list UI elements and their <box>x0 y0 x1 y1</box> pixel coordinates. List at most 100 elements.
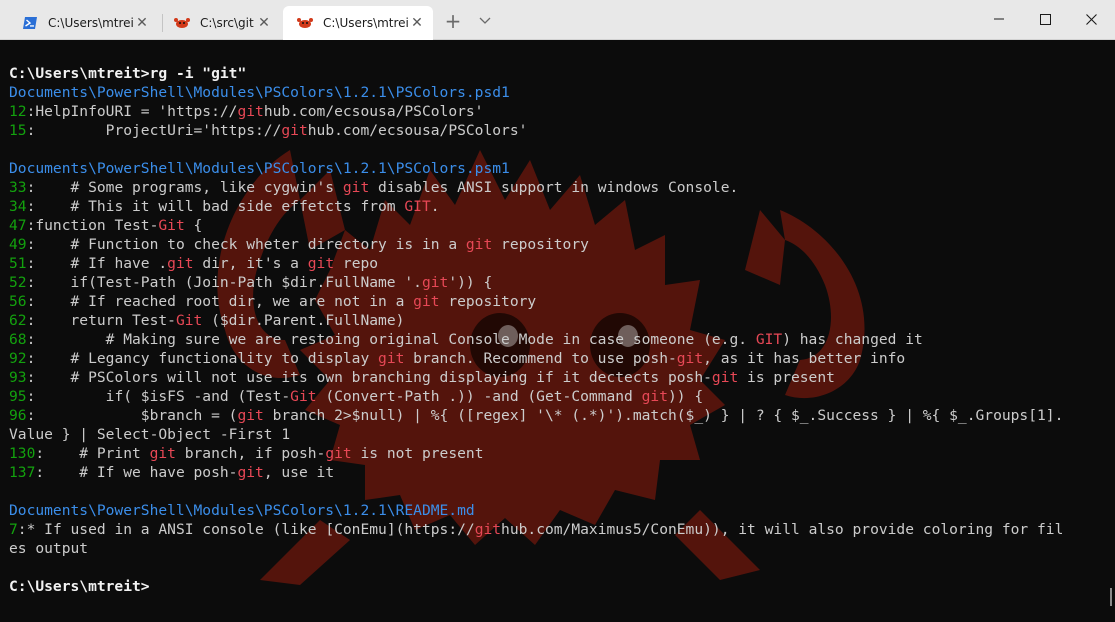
terminal-line: 62: return Test-Git ($dir.Parent.FullNam… <box>9 311 1063 330</box>
terminal-line: Documents\PowerShell\Modules\PSColors\1.… <box>9 159 1063 178</box>
match-highlight: git <box>325 445 352 462</box>
line-number: 51 <box>9 255 27 272</box>
terminal-line: 34: # This it will bad side effetcts fro… <box>9 197 1063 216</box>
line-number: 62 <box>9 312 27 329</box>
terminal-line: 137: # If we have posh-git, use it <box>9 463 1063 482</box>
output-text: repo <box>334 255 379 272</box>
tab-users-active[interactable]: C:\Users\mtreit ✕ <box>283 6 433 40</box>
tab-dropdown-button[interactable] <box>472 8 498 34</box>
output-text: es output <box>9 540 89 557</box>
output-text: repository <box>492 236 589 253</box>
output-text: : $branch = ( <box>26 407 238 424</box>
match-highlight: git <box>342 179 370 196</box>
prompt-text: C:\Users\mtreit> <box>9 578 150 595</box>
line-number: 93 <box>9 369 27 386</box>
close-icon[interactable]: ✕ <box>134 15 150 31</box>
terminal-line: 47:function Test-Git { <box>9 216 1063 235</box>
tab-src-git[interactable]: C:\src\git ✕ <box>160 6 280 40</box>
output-text: :HelpInfoURI = 'https:// <box>26 103 238 120</box>
title-bar: C:\Users\mtreit ✕ C:\src\git ✕ C:\Users\… <box>0 0 1115 40</box>
match-highlight: git <box>465 236 493 253</box>
line-number: 47 <box>9 217 27 234</box>
output-text: : # If reached root dir, we are not in a <box>26 293 414 310</box>
output-text: : # If we have posh- <box>35 464 238 481</box>
prompt-text: rg -i "git" <box>149 65 247 82</box>
terminal-line: 93: # PSColors will not use its own bran… <box>9 368 1063 387</box>
output-text: , as it has better info <box>703 350 906 367</box>
line-number: 137 <box>9 464 36 481</box>
output-text: repository <box>439 293 537 310</box>
tab-label: C:\Users\mtreit <box>323 16 409 30</box>
output-text: : # PSColors will not use its own branch… <box>26 369 712 386</box>
match-highlight: git <box>237 103 264 120</box>
chevron-down-icon <box>479 17 491 24</box>
output-text: : # Function to check wheter directory i… <box>26 236 466 253</box>
maximize-button[interactable] <box>1022 0 1068 38</box>
line-number: 7 <box>9 521 18 538</box>
match-highlight: git <box>676 350 704 367</box>
output-text: :* If used in a ANSI console (like [ConE… <box>17 521 475 538</box>
terminal-line: 51: # If have .git dir, it's a git repo <box>9 254 1063 273</box>
line-number: 130 <box>9 445 36 462</box>
output-text: hub.com/Maximus5/ConEmu)), it will also … <box>501 521 1064 538</box>
match-highlight: Git <box>158 217 185 234</box>
new-tab-button[interactable]: + <box>440 8 466 34</box>
line-number: 49 <box>9 236 27 253</box>
tab-label: C:\src\git <box>200 16 254 30</box>
output-text: ')) { <box>448 274 493 291</box>
scrollbar[interactable] <box>1110 588 1112 606</box>
terminal-line: 68: # Making sure we are restoing origin… <box>9 330 1063 349</box>
output-text: . <box>430 198 440 215</box>
line-number: 12 <box>9 103 27 120</box>
plus-icon: + <box>444 9 462 33</box>
match-highlight: GIT <box>404 198 431 215</box>
terminal-line: Value } | Select-Object -First 1 <box>9 425 1063 444</box>
file-path: Documents\PowerShell\Modules\PSColors\1.… <box>9 502 475 519</box>
terminal-line: Documents\PowerShell\Modules\PSColors\1.… <box>9 83 1063 102</box>
prompt-text: C:\Users\mtreit> <box>9 65 150 82</box>
match-highlight: git <box>149 445 176 462</box>
terminal-line: 15: ProjectUri='https://github.com/ecsou… <box>9 121 1063 140</box>
output-text: is not present <box>351 445 484 462</box>
output-text: ) has changed it <box>782 331 923 348</box>
close-window-button[interactable] <box>1068 0 1114 38</box>
close-icon[interactable]: ✕ <box>256 15 272 31</box>
powershell-icon <box>22 15 38 31</box>
output-text: )) { <box>667 388 704 405</box>
output-text: : if( $isFS -and (Test- <box>26 388 291 405</box>
output-text: , use it <box>263 464 335 481</box>
output-text: hub.com/ecsousa/PSColors' <box>263 103 484 120</box>
terminal-line: C:\Users\mtreit> <box>9 577 1063 596</box>
output-text: { <box>184 217 203 234</box>
match-highlight: Git <box>290 388 317 405</box>
close-icon[interactable]: ✕ <box>409 15 425 31</box>
output-text: Value } | Select-Object -First 1 <box>9 426 291 443</box>
close-icon <box>1085 13 1097 25</box>
match-highlight: git <box>237 407 264 424</box>
output-text: : # Legancy functionality to display <box>26 350 379 367</box>
match-highlight: git <box>474 521 502 538</box>
minimize-button[interactable] <box>976 0 1022 38</box>
match-highlight: git <box>711 369 739 386</box>
terminal-line: 49: # Function to check wheter directory… <box>9 235 1063 254</box>
output-text: : # Print <box>35 445 150 462</box>
terminal-line: 95: if( $isFS -and (Test-Git (Convert-Pa… <box>9 387 1063 406</box>
line-number: 34 <box>9 198 27 215</box>
line-number: 15 <box>9 122 27 139</box>
output-text: : # Some programs, like cygwin's <box>26 179 343 196</box>
maximize-icon <box>1039 13 1051 25</box>
terminal-line: C:\Users\mtreit>rg -i "git" <box>9 64 1063 83</box>
output-text: : # If have . <box>26 255 168 272</box>
match-highlight: GIT <box>755 331 783 348</box>
line-number: 96 <box>9 407 27 424</box>
minimize-icon <box>994 18 1004 20</box>
output-text: :function Test- <box>26 217 159 234</box>
terminal-line: 56: # If reached root dir, we are not in… <box>9 292 1063 311</box>
match-highlight: git <box>421 274 449 291</box>
terminal-pane[interactable]: C:\Users\mtreit>rg -i "git" Documents\Pow… <box>0 40 1115 622</box>
output-text: is present <box>738 369 835 386</box>
tab-powershell[interactable]: C:\Users\mtreit ✕ <box>8 6 158 40</box>
